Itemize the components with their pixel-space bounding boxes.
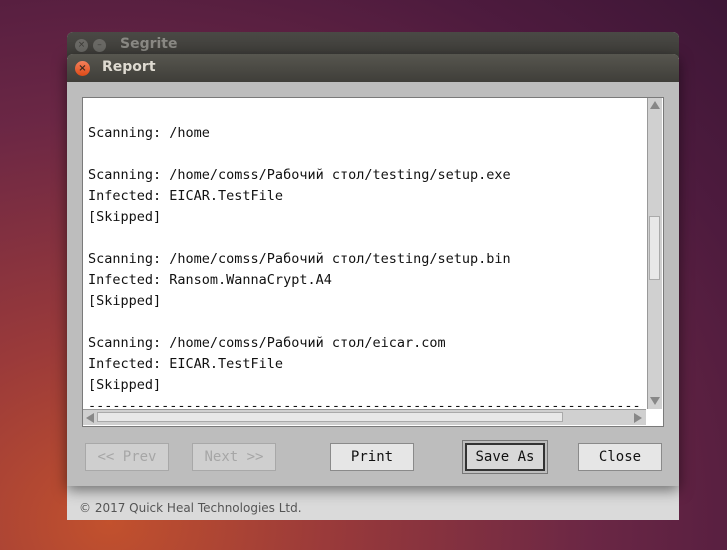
scroll-up-icon[interactable]	[650, 101, 660, 109]
horizontal-scroll-thumb[interactable]	[97, 412, 563, 422]
scroll-left-icon[interactable]	[86, 413, 94, 423]
prev-button[interactable]: << Prev	[85, 443, 169, 471]
scroll-down-icon[interactable]	[650, 397, 660, 405]
background-footer: © 2017 Quick Heal Technologies Ltd.	[67, 486, 679, 520]
vertical-scrollbar[interactable]	[647, 98, 662, 409]
close-button[interactable]: Close	[578, 443, 662, 471]
background-minimize-icon[interactable]: –	[93, 39, 106, 52]
horizontal-scrollbar[interactable]	[83, 409, 646, 425]
scroll-right-icon[interactable]	[634, 413, 642, 423]
dialog-titlebar[interactable]: × Report	[67, 54, 679, 82]
report-dialog: × Report Scanning: /home Scanning: /home…	[67, 54, 679, 486]
close-icon[interactable]: ×	[75, 61, 90, 76]
print-button[interactable]: Print	[330, 443, 414, 471]
save-as-button[interactable]: Save As	[462, 440, 548, 474]
dialog-title: Report	[102, 59, 156, 75]
report-text[interactable]: Scanning: /home Scanning: /home/comss/Ра…	[88, 102, 643, 408]
next-button[interactable]: Next >>	[192, 443, 276, 471]
report-panel: Scanning: /home Scanning: /home/comss/Ра…	[82, 97, 664, 427]
background-window-title: Segrite	[120, 36, 178, 52]
vertical-scroll-thumb[interactable]	[649, 216, 660, 280]
copyright-text: © 2017 Quick Heal Technologies Ltd.	[79, 501, 302, 515]
background-close-icon[interactable]: ×	[75, 39, 88, 52]
